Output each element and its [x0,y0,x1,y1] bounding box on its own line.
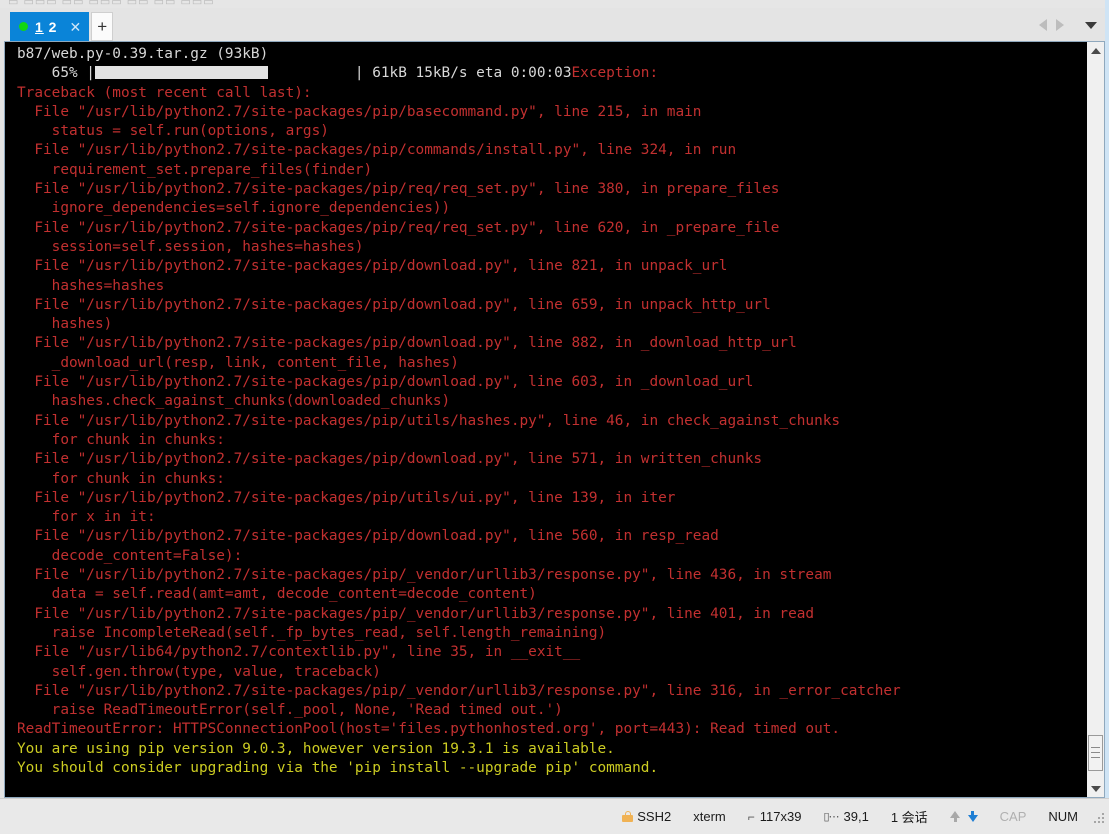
status-terminal-type-label: xterm [693,809,726,824]
chevron-down-icon[interactable] [1085,21,1097,29]
terminal-line: ignore_dependencies=self.ignore_dependen… [17,200,451,217]
scrollbar-thumb[interactable] [1088,735,1103,771]
scroll-down-arrow-icon[interactable] [1087,780,1104,797]
new-tab-button[interactable]: + [91,12,114,41]
terminal-output-lines: Traceback (most recent call last): File … [17,84,1086,779]
terminal-line: File "/usr/lib/python2.7/site-packages/p… [17,335,797,352]
terminal-line-progress: 65% | | 61kB 15kB/s eta 0:00:03Exception… [17,64,1086,83]
terminal-line: _download_url(resp, link, content_file, … [17,354,459,371]
terminal-line: File "/usr/lib/python2.7/site-packages/p… [17,528,719,545]
terminal-line: hashes.check_against_chunks(downloaded_c… [17,393,451,410]
triangle-left-icon[interactable] [1039,19,1047,31]
terminal-size-icon: ⌐ [747,809,755,824]
status-terminal-type[interactable]: xterm [693,809,726,824]
status-cursor-position-label: 39,1 [843,809,869,824]
terminal-line: hashes) [17,316,113,333]
terminal-line: decode_content=False): [17,547,243,564]
status-num-lock-label: NUM [1048,809,1078,824]
terminal-line: File "/usr/lib/python2.7/site-packages/p… [17,374,754,391]
scroll-up-arrow-icon[interactable] [1087,42,1104,59]
upload-arrow-icon [949,811,962,822]
status-bar: SSH2 xterm ⌐ 117x39 ▯⋯ 39,1 1 会话 CAP NUM [0,798,1109,834]
terminal-line: self.gen.throw(type, value, traceback) [17,663,381,680]
terminal-line: File "/usr/lib/python2.7/site-packages/p… [17,142,737,159]
status-sessions[interactable]: 1 会话 [891,807,928,826]
tab-nav-controls [1039,19,1097,31]
terminal-line: You are using pip version 9.0.3, however… [17,740,615,757]
terminal-scrollbar[interactable] [1086,42,1104,797]
terminal-line: File "/usr/lib/python2.7/site-packages/p… [17,489,676,506]
terminal-line: You should consider upgrading via the 'p… [17,759,659,776]
terminal-line: File "/usr/lib/python2.7/site-packages/p… [17,682,901,699]
progress-gap [268,65,355,81]
terminal-line: File "/usr/lib/python2.7/site-packages/p… [17,605,815,622]
close-icon[interactable]: ✕ [69,20,81,34]
terminal-line: File "/usr/lib/python2.7/site-packages/p… [17,296,771,313]
right-edge-strip [1105,0,1109,798]
terminal-line-download-file: b87/web.py-0.39.tar.gz (93kB) [17,46,269,62]
terminal-line: session=self.session, hashes=hashes) [17,238,364,255]
terminal-line: File "/usr/lib/python2.7/site-packages/p… [17,103,702,120]
terminal-line: status = self.run(options, args) [17,123,329,140]
download-progress-bar [94,66,269,80]
terminal-application-window: ▭ ▭▭▭ ▭▭ ▭▭▭ ▭▭ ▭▭ ▭▭▭ 1 2 ✕ + b87/web.p… [0,0,1109,834]
tab-title-underlined: 1 [35,18,44,35]
toolbar-ghost-text: ▭ ▭▭▭ ▭▭ ▭▭▭ ▭▭ ▭▭ ▭▭▭ [8,0,215,8]
terminal-line: File "/usr/lib64/python2.7/contextlib.py… [17,644,581,661]
status-sessions-label: 1 会话 [890,810,928,825]
terminal-line: requirement_set.prepare_files(finder) [17,161,373,178]
cursor-position-icon: ▯⋯ [823,811,839,823]
status-num-lock[interactable]: NUM [1048,809,1078,824]
progress-prefix: 65% | [17,65,95,82]
tab-title: 1 2 [35,19,57,35]
terminal-line: File "/usr/lib/python2.7/site-packages/p… [17,258,728,275]
tab-bar: 1 2 ✕ + [0,8,1109,41]
tab-title-rest: 2 [43,18,58,35]
tab-strip: 1 2 ✕ + [10,12,114,41]
status-dimensions-label: 117x39 [759,809,802,824]
terminal-line: raise IncompleteRead(self._fp_bytes_read… [17,624,607,641]
status-caps-lock-label: CAP [999,809,1027,824]
terminal-line: Traceback (most recent call last): [17,84,312,101]
terminal-line: File "/usr/lib/python2.7/site-packages/p… [17,451,763,468]
status-caps-lock[interactable]: CAP [1000,809,1027,824]
status-transfer-indicators [949,811,978,822]
terminal-line: data = self.read(amt=amt, decode_content… [17,586,537,603]
status-protocol-label: SSH2 [637,809,672,824]
terminal-line: File "/usr/lib/python2.7/site-packages/p… [17,219,780,236]
connection-status-dot-icon [19,22,28,31]
terminal-line: for x in it: [17,509,156,526]
terminal-line: for chunk in chunks: [17,470,225,487]
download-arrow-icon [967,811,978,822]
triangle-right-icon[interactable] [1056,19,1064,31]
exception-label: Exception: [571,65,659,82]
progress-suffix: | 61kB 15kB/s eta 0:00:03 [354,65,572,82]
tab-session-1[interactable]: 1 2 ✕ [10,12,90,41]
resize-grip-icon[interactable] [1092,811,1104,823]
terminal-frame: b87/web.py-0.39.tar.gz (93kB) 65% | | 61… [4,41,1105,798]
terminal-line: File "/usr/lib/python2.7/site-packages/p… [17,181,780,198]
terminal-line: ReadTimeoutError: HTTPSConnectionPool(ho… [17,721,841,738]
terminal-line: for chunk in chunks: [17,431,225,448]
terminal-line: File "/usr/lib/python2.7/site-packages/p… [17,412,841,429]
terminal-line: File "/usr/lib/python2.7/site-packages/p… [17,567,832,584]
terminal-line: hashes=hashes [17,277,165,294]
terminal-line: raise ReadTimeoutError(self._pool, None,… [17,702,563,719]
status-cursor-position[interactable]: ▯⋯ 39,1 [823,809,868,824]
status-dimensions[interactable]: ⌐ 117x39 [748,809,802,824]
terminal-screen[interactable]: b87/web.py-0.39.tar.gz (93kB) 65% | | 61… [5,42,1086,797]
toolbar-sliver: ▭ ▭▭▭ ▭▭ ▭▭▭ ▭▭ ▭▭ ▭▭▭ [0,0,1109,8]
lock-icon [622,811,634,822]
status-protocol[interactable]: SSH2 [622,809,671,824]
